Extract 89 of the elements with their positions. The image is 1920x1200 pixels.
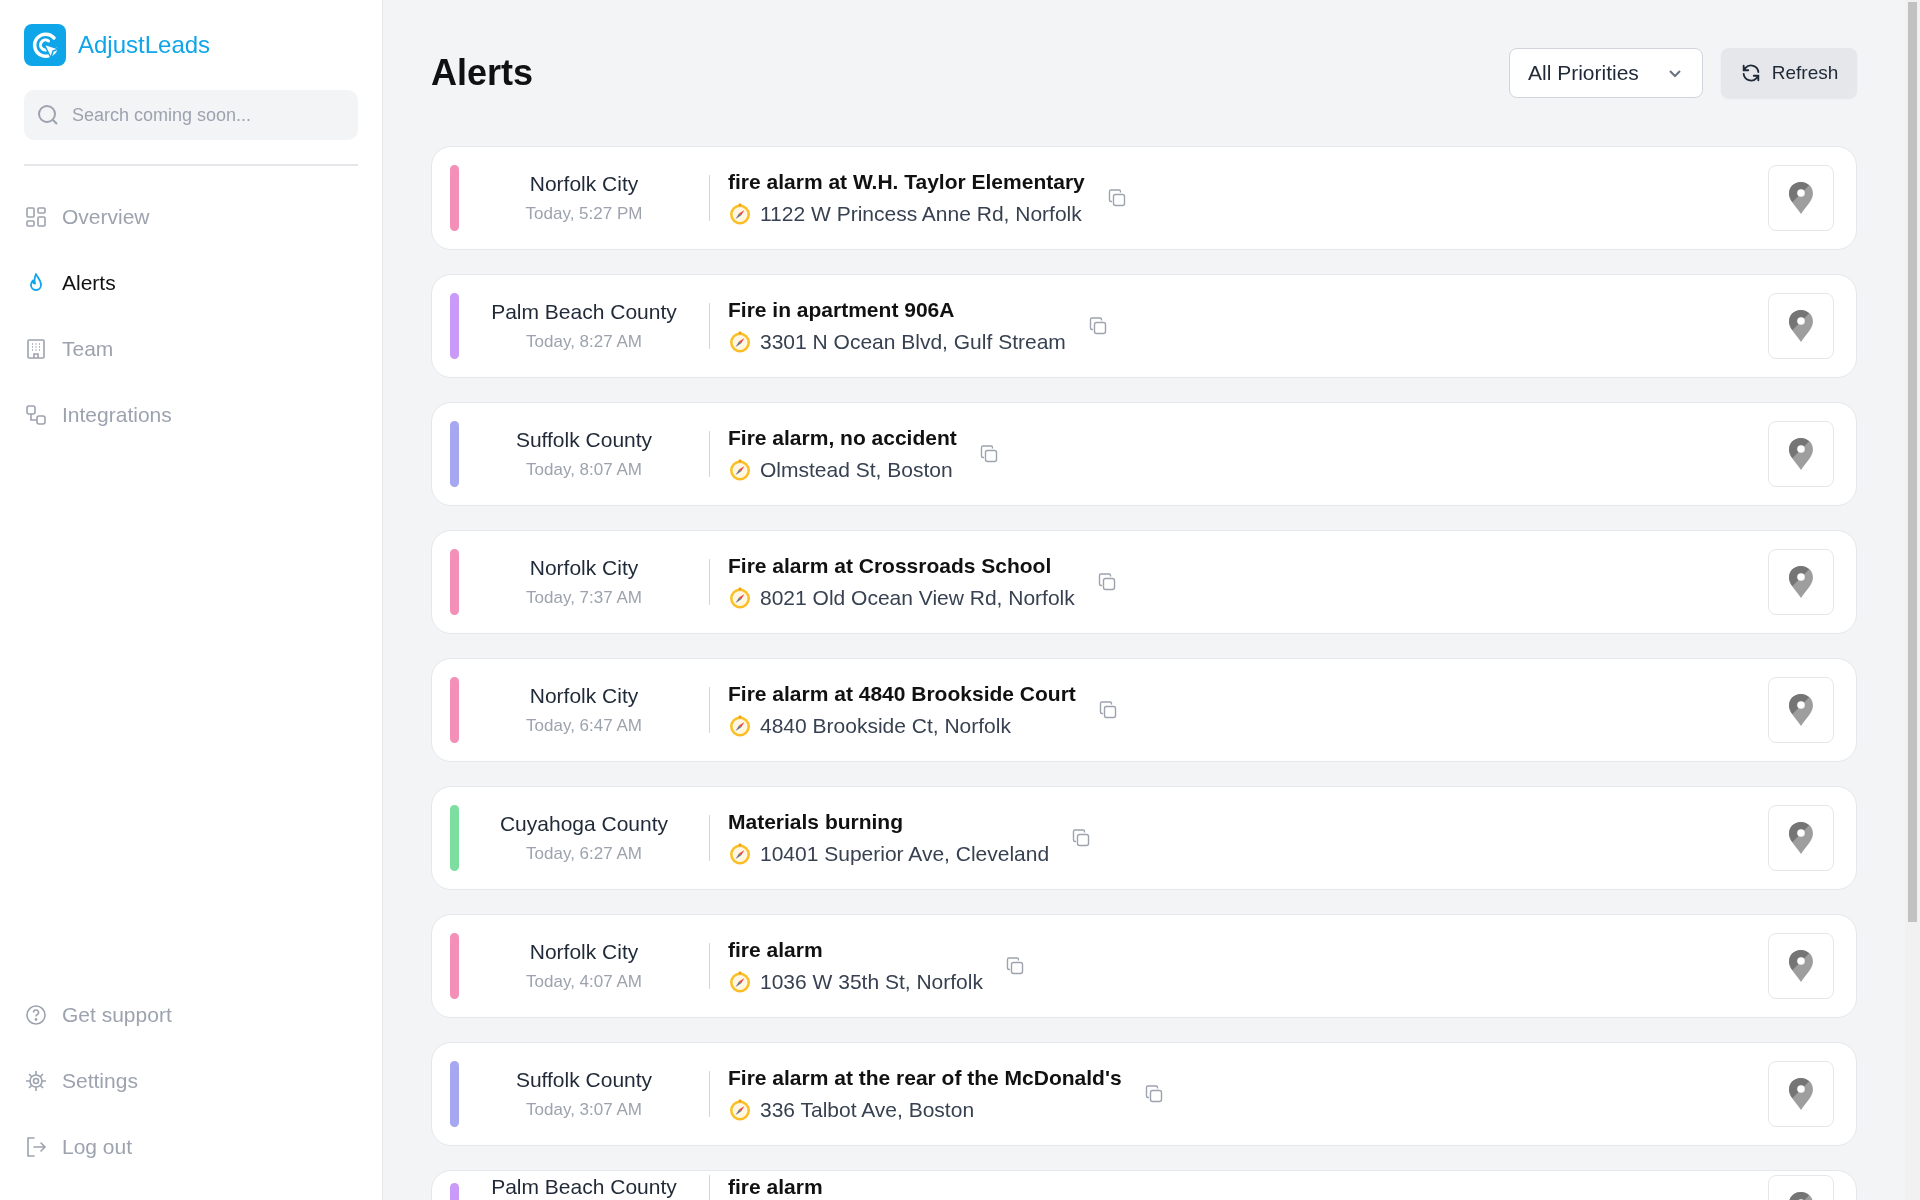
region-name: Suffolk County <box>515 428 653 452</box>
map-button[interactable] <box>1768 805 1834 871</box>
alert-address: 336 Talbot Ave, Boston <box>760 1098 975 1122</box>
region-name: Norfolk City <box>529 940 639 964</box>
alert-address: 4840 Brookside Ct, Norfolk <box>760 714 1011 738</box>
region-name: Cuyahoga County <box>499 812 669 836</box>
alert-address: 3301 N Ocean Blvd, Gulf Stream <box>760 330 1066 354</box>
compass-icon <box>728 714 752 738</box>
map-pin-icon <box>1787 1077 1815 1111</box>
search-icon <box>36 103 60 127</box>
map-button[interactable] <box>1768 1061 1834 1127</box>
alert-card[interactable]: Cuyahoga County Today, 6:27 AM Materials burning 10401 Superior Ave, Cleveland <box>431 786 1857 890</box>
compass-icon <box>728 842 752 866</box>
copy-icon[interactable] <box>1087 316 1108 336</box>
building-icon <box>24 337 48 361</box>
region-name: Norfolk City <box>529 684 639 708</box>
brand-name: AdjustLeads <box>78 31 211 59</box>
compass-icon <box>728 330 752 354</box>
map-pin-icon <box>1787 181 1815 215</box>
copy-icon[interactable] <box>1004 956 1025 976</box>
priority-dropdown[interactable]: All Priorities <box>1509 48 1703 98</box>
map-pin-icon <box>1787 821 1815 855</box>
copy-icon[interactable] <box>978 444 999 464</box>
alert-title: fire alarm <box>728 1175 823 1199</box>
alert-time: Today, 8:07 AM <box>526 460 642 480</box>
map-button[interactable] <box>1768 293 1834 359</box>
copy-icon[interactable] <box>1106 188 1127 208</box>
alert-card[interactable]: Norfolk City Today, 4:07 AM fire alarm 1036 W 35th St, Norfolk <box>431 914 1857 1018</box>
map-button[interactable] <box>1768 421 1834 487</box>
alert-title: Fire in apartment 906A <box>728 298 956 322</box>
alert-time: Today, 5:27 PM <box>525 204 643 224</box>
settings-icon <box>24 1069 48 1093</box>
alert-time: Today, 6:47 AM <box>526 716 642 736</box>
compass-icon <box>728 458 752 482</box>
search-field[interactable]: Search coming soon... <box>24 90 358 140</box>
map-pin-icon <box>1787 309 1815 343</box>
copy-icon[interactable] <box>1097 700 1118 720</box>
alert-time: Today, 3:07 AM <box>526 1100 642 1120</box>
refresh-button[interactable]: Refresh <box>1721 48 1857 98</box>
alert-title: Fire alarm, no accident <box>728 426 957 450</box>
alert-card[interactable]: Palm Beach County fire alarm <box>431 1170 1857 1200</box>
alert-card[interactable]: Norfolk City Today, 5:27 PM fire alarm at W.H. Taylor Elementary 1122 W Princess Anne Rd, Norfolk <box>431 146 1857 250</box>
map-pin-icon <box>1787 693 1815 727</box>
map-button[interactable] <box>1768 677 1834 743</box>
grid-icon <box>24 205 48 229</box>
logo-icon <box>24 24 66 66</box>
page-title: Alerts <box>431 52 535 94</box>
alert-time: Today, 4:07 AM <box>526 972 642 992</box>
map-pin-icon <box>1787 437 1815 471</box>
map-button[interactable] <box>1768 549 1834 615</box>
help-icon <box>24 1003 48 1027</box>
copy-icon[interactable] <box>1071 828 1092 848</box>
map-button[interactable] <box>1768 165 1834 231</box>
alert-title: fire alarm <box>728 938 824 962</box>
copy-icon[interactable] <box>1096 572 1117 592</box>
alert-address: 10401 Superior Ave, Cleveland <box>760 842 1050 866</box>
alert-time: Today, 8:27 AM <box>526 332 642 352</box>
compass-icon <box>728 970 752 994</box>
alert-title: fire alarm at W.H. Taylor Elementary <box>728 170 1085 194</box>
compass-icon <box>728 202 752 226</box>
map-button[interactable] <box>1768 933 1834 999</box>
alert-card[interactable]: Norfolk City Today, 6:47 AM Fire alarm at 4840 Brookside Court 4840 Brookside Ct, Norfolk <box>431 658 1857 762</box>
region-name: Suffolk County <box>515 1068 653 1092</box>
alert-card[interactable]: Palm Beach County Today, 8:27 AM Fire in apartment 906A 3301 N Ocean Blvd, Gulf Stream <box>431 274 1857 378</box>
alert-time: Today, 7:37 AM <box>526 588 642 608</box>
map-pin-icon <box>1787 565 1815 599</box>
region-name: Palm Beach County <box>491 300 677 324</box>
region-name: Norfolk City <box>529 556 639 580</box>
alert-title: Fire alarm at 4840 Brookside Court <box>728 682 1076 706</box>
alert-card[interactable]: Suffolk County Today, 3:07 AM Fire alarm at the rear of the McDonald's 336 Talbot Ave, Boston <box>431 1042 1857 1146</box>
logout-icon <box>24 1135 48 1159</box>
compass-icon <box>728 1098 752 1122</box>
alert-time: Today, 6:27 AM <box>526 844 642 864</box>
alert-title: Materials burning <box>728 810 905 834</box>
alert-address: 1036 W 35th St, Norfolk <box>760 970 983 994</box>
copy-icon[interactable] <box>1143 1084 1164 1104</box>
region-name: Palm Beach County <box>491 1175 677 1199</box>
map-pin-icon <box>1787 949 1815 983</box>
alert-card[interactable]: Norfolk City Today, 7:37 AM Fire alarm at Crossroads School 8021 Old Ocean View Rd, Norfolk <box>431 530 1857 634</box>
alert-title: Fire alarm at the rear of the McDonald's <box>728 1066 1122 1090</box>
alert-address: 1122 W Princess Anne Rd, Norfolk <box>760 202 1082 226</box>
compass-icon <box>728 586 752 610</box>
link-icon <box>24 403 48 427</box>
alert-address: 8021 Old Ocean View Rd, Norfolk <box>760 586 1075 610</box>
region-name: Norfolk City <box>529 172 639 196</box>
nav-item[interactable]: Alerts <box>24 250 116 316</box>
alert-address: Olmstead St, Boston <box>760 458 953 482</box>
alert-card[interactable]: Suffolk County Today, 8:07 AM Fire alarm, no accident Olmstead St, Boston <box>431 402 1857 506</box>
alert-title: Fire alarm at Crossroads School <box>728 554 1053 578</box>
